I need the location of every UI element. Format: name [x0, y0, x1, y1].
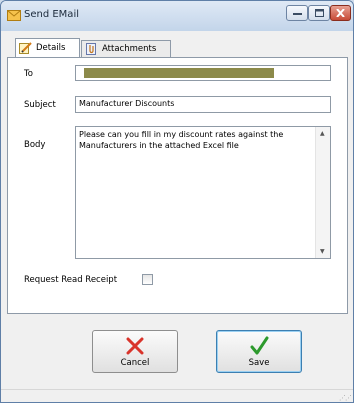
envelope-icon	[7, 10, 21, 21]
body-value: Please can you fill in my discount rates…	[79, 130, 284, 150]
subject-label: Subject	[24, 100, 56, 110]
close-icon	[336, 9, 345, 17]
tab-details-label: Details	[36, 43, 66, 53]
green-check-icon	[250, 336, 269, 355]
close-button[interactable]	[330, 5, 351, 21]
body-scrollbar[interactable]: ▲ ▼	[315, 127, 330, 258]
tab-strip: Details Attachments	[7, 38, 348, 57]
save-button[interactable]: Save	[216, 330, 302, 373]
red-x-icon	[126, 337, 144, 355]
body-field[interactable]: Please can you fill in my discount rates…	[75, 126, 331, 259]
read-receipt-checkbox[interactable]	[142, 274, 153, 285]
title-bar[interactable]: Send EMail	[1, 1, 353, 31]
scroll-down-icon[interactable]: ▼	[320, 248, 325, 255]
body-label: Body	[24, 140, 46, 150]
cancel-button[interactable]: Cancel	[92, 330, 178, 373]
scroll-up-icon[interactable]: ▲	[320, 130, 325, 137]
tab-attachments-label: Attachments	[102, 44, 157, 54]
maximize-icon	[314, 9, 324, 17]
tab-attachments[interactable]: Attachments	[81, 40, 171, 57]
minimize-icon	[292, 13, 302, 15]
save-label: Save	[248, 358, 270, 368]
send-email-window: Send EMail Details Attachments To Subjec…	[0, 0, 354, 403]
pencil-notepad-icon	[19, 42, 32, 54]
subject-field[interactable]: Manufacturer Discounts	[75, 96, 331, 113]
resize-grip-icon[interactable]: ⋰⋰	[339, 394, 352, 402]
subject-value: Manufacturer Discounts	[79, 99, 175, 108]
to-label: To	[24, 69, 33, 79]
to-field[interactable]	[75, 65, 331, 81]
cancel-label: Cancel	[120, 358, 150, 368]
to-value-redacted	[84, 68, 274, 78]
status-bar: ⋰⋰	[1, 389, 353, 402]
minimize-button[interactable]	[286, 5, 308, 21]
read-receipt-label: Request Read Receipt	[24, 275, 118, 285]
paperclip-document-icon	[86, 43, 96, 55]
maximize-button[interactable]	[308, 5, 330, 21]
window-title: Send EMail	[24, 9, 79, 20]
tab-details[interactable]: Details	[15, 38, 80, 57]
